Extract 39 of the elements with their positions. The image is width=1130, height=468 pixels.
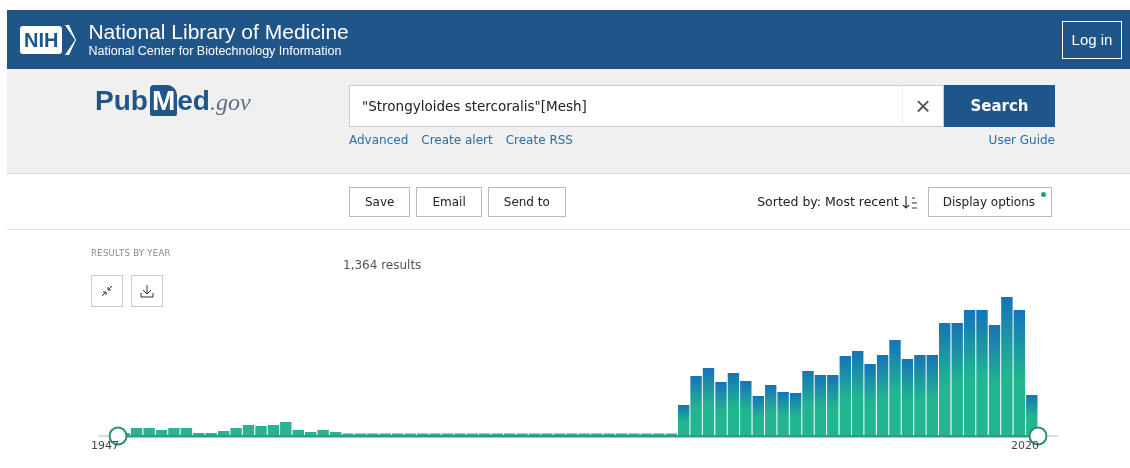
download-button[interactable] [131, 275, 163, 307]
user-guide-link[interactable]: User Guide [988, 133, 1055, 147]
histogram-bar [765, 385, 777, 435]
action-button[interactable]: Send to [487, 186, 566, 217]
login-button[interactable]: Log in [1062, 20, 1122, 59]
histogram-bar [702, 368, 715, 435]
site-subtitle: National Center for Biotechnology Information [88, 44, 343, 59]
histogram-bar [827, 375, 839, 435]
pubmed-logo[interactable]: Pub Med.gov [7, 85, 267, 117]
results-count: 1,364 results [343, 257, 422, 274]
search-link[interactable]: Create alert [421, 133, 493, 147]
clear-button[interactable]: × [902, 85, 944, 127]
histogram-bar [752, 396, 764, 435]
collapse-icon [101, 285, 113, 297]
histogram-bar [777, 392, 789, 435]
action-button[interactable]: Email [416, 186, 482, 217]
year-label: 1947 [91, 439, 119, 452]
sort-label[interactable]: Sorted by: Most recent [757, 194, 899, 209]
search-link[interactable]: Advanced [349, 133, 409, 147]
histogram-bar [740, 381, 752, 435]
search-button[interactable]: Search [944, 85, 1055, 127]
histogram-bar [267, 425, 280, 435]
histogram-bar [864, 364, 876, 435]
action-button[interactable]: Save [349, 186, 411, 217]
histogram-bar [715, 382, 727, 435]
histogram-bar [727, 373, 740, 435]
download-icon [140, 284, 154, 298]
year-label: 2020 [1011, 439, 1039, 452]
section-heading: RESULTS BY YEAR [91, 248, 172, 258]
search-link[interactable]: Create RSS [505, 133, 573, 147]
sort-icon [901, 193, 918, 210]
histogram-bar [242, 425, 255, 435]
histogram-bar [814, 375, 827, 435]
display-options-button[interactable]: Display options [927, 186, 1052, 217]
histogram-bar [255, 426, 267, 435]
collapse-button[interactable] [91, 275, 123, 307]
chevron-icon [64, 24, 77, 55]
search-field[interactable]: "Strongyloides stercoralis"[Mesh] [349, 85, 902, 127]
site-title: National Library of Medicine [88, 20, 349, 44]
